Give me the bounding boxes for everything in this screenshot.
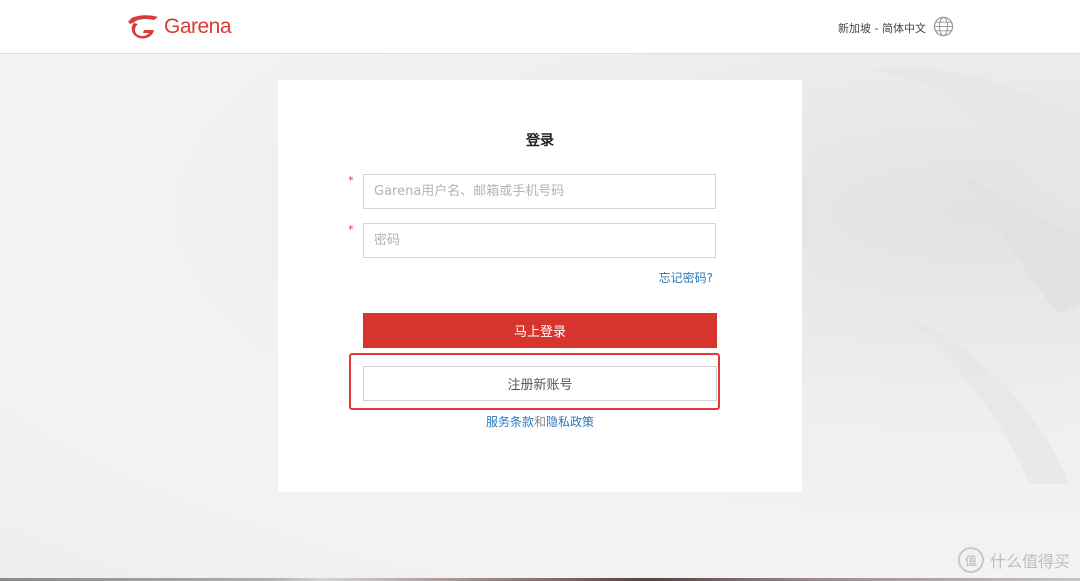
privacy-policy-link[interactable]: 隐私政策 xyxy=(546,415,594,429)
username-input[interactable] xyxy=(363,174,716,209)
terms-and-text: 和 xyxy=(533,415,546,429)
watermark-badge-icon: 值 xyxy=(957,547,984,573)
password-input[interactable] xyxy=(363,223,716,258)
region-language-selector[interactable]: 新加坡 - 简体中文 xyxy=(838,20,926,36)
required-mark-username: * xyxy=(348,174,354,187)
site-watermark: 值 什么值得买 xyxy=(957,547,1070,573)
forgot-password-link[interactable]: 忘记密码? xyxy=(659,269,713,286)
globe-icon[interactable] xyxy=(933,16,954,41)
login-title: 登录 xyxy=(526,133,554,149)
watermark-text: 什么值得买 xyxy=(989,552,1070,571)
terms-line: 服务条款和隐私政策 xyxy=(278,413,802,430)
login-button[interactable]: 马上登录 xyxy=(363,313,717,348)
register-button[interactable]: 注册新账号 xyxy=(363,366,717,401)
garena-logo[interactable]: Garena xyxy=(126,12,232,42)
brand-name: Garena xyxy=(164,15,232,38)
terms-of-service-link[interactable]: 服务条款 xyxy=(486,415,534,429)
garena-logo-icon xyxy=(128,15,158,39)
required-mark-password: * xyxy=(348,223,354,236)
login-card: 登录 * * 忘记密码? 马上登录 注册新账号 服务条款和隐私政策 xyxy=(278,80,802,492)
top-bar: Garena 新加坡 - 简体中文 xyxy=(0,0,1080,54)
